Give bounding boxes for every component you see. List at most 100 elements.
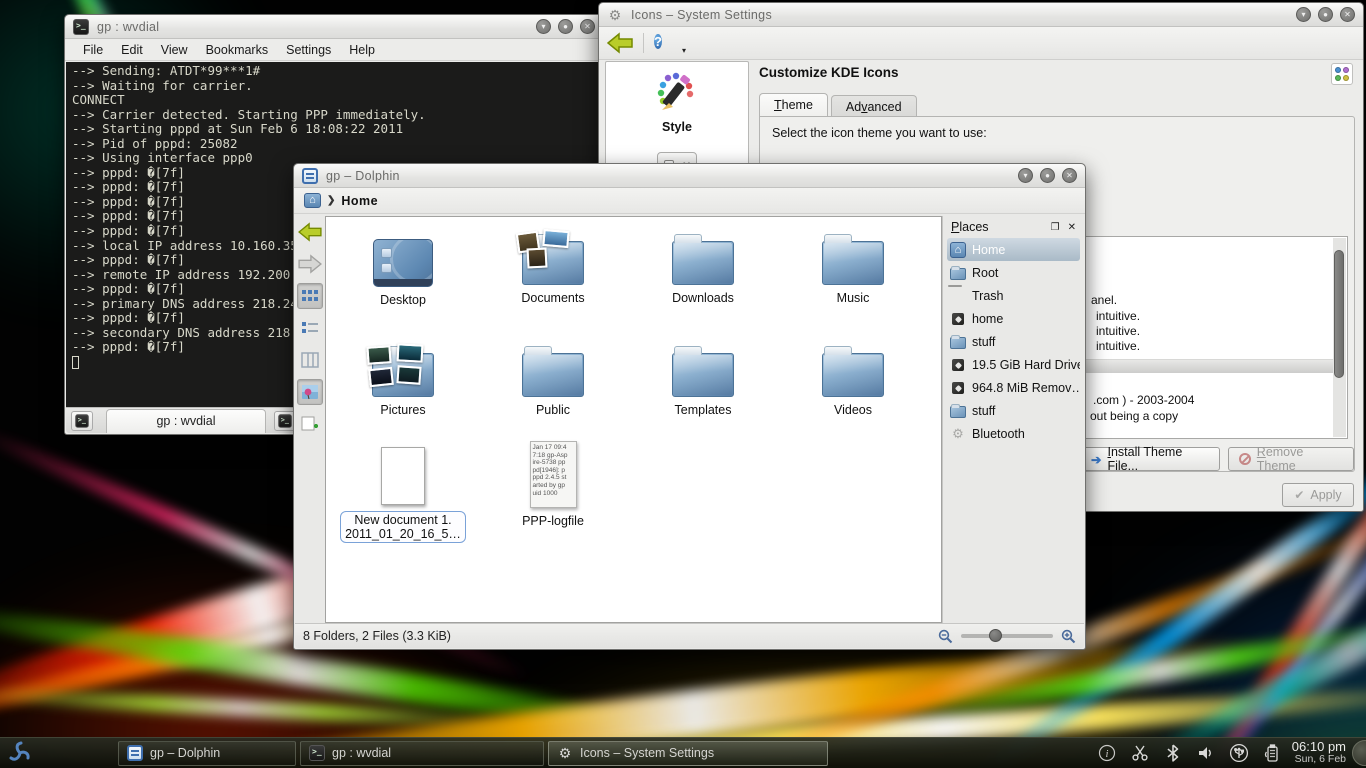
place-item-bluetooth[interactable]: ⚙Bluetooth: [947, 422, 1080, 445]
folder-view-item[interactable]: Music: [778, 231, 928, 305]
photo-thumbnail: [366, 345, 391, 365]
breadcrumb-separator: ❯: [327, 195, 335, 206]
close-panel-icon[interactable]: ✕: [1068, 222, 1076, 233]
style-icon: [654, 70, 700, 116]
tab-advanced[interactable]: Advanced: [831, 95, 917, 117]
install-theme-button[interactable]: ➔Install Theme File...: [1080, 447, 1220, 471]
bluetooth-icon[interactable]: [1163, 743, 1183, 763]
app-launcher-button[interactable]: [0, 738, 40, 768]
sidebar-item-style[interactable]: Style: [606, 62, 748, 134]
close-button[interactable]: ✕: [1062, 168, 1077, 183]
info-icon[interactable]: i: [1097, 743, 1117, 763]
maximize-button[interactable]: ●: [558, 19, 573, 34]
klipper-scissors-icon[interactable]: [1130, 743, 1150, 763]
folder-view-item[interactable]: Downloads: [628, 231, 778, 305]
apply-button[interactable]: ✔Apply: [1282, 483, 1354, 507]
place-item-19-5-gib-hard-drive[interactable]: 19.5 GiB Hard Drive: [947, 353, 1080, 376]
help-icon: ?: [654, 34, 662, 49]
help-button[interactable]: ? ▾: [654, 31, 678, 55]
folder-view-item[interactable]: Pictures: [328, 343, 478, 417]
dolphin-titlebar[interactable]: gp – Dolphin ▾ ● ✕: [294, 164, 1085, 188]
folder-view-item[interactable]: Jan 17 09:4 7:18 gp-Asp ire-5738 pp pd[1…: [478, 439, 628, 528]
folder-view-item[interactable]: Desktop: [328, 231, 478, 307]
usb-device-icon[interactable]: [1229, 743, 1249, 763]
photo-thumbnail: [368, 367, 394, 387]
theme-list-text-fragment: .com ) - 2003-2004: [1093, 393, 1194, 407]
zoom-out-icon[interactable]: [938, 629, 953, 644]
taskbar-task-1[interactable]: gp – Dolphin: [118, 741, 296, 766]
zoom-slider[interactable]: [961, 634, 1053, 638]
menu-item-help[interactable]: Help: [341, 41, 383, 59]
place-item-label: 964.8 MiB Remov…: [972, 381, 1080, 395]
overview-grid-icon[interactable]: [1331, 63, 1353, 85]
place-item-home[interactable]: ⌂Home: [947, 238, 1080, 261]
place-item-label: stuff: [972, 335, 995, 349]
tab-theme[interactable]: Theme: [759, 93, 828, 117]
theme-list-text-fragment: anel.: [1091, 293, 1117, 307]
columns-view-button[interactable]: [297, 347, 323, 373]
item-label: Public: [478, 403, 628, 417]
place-item-label: home: [972, 312, 1003, 326]
task-label: gp : wvdial: [332, 746, 391, 760]
place-item-trash[interactable]: Trash: [947, 284, 1080, 307]
home-icon[interactable]: ⌂: [304, 193, 321, 208]
terminal-tab[interactable]: gp : wvdial: [106, 409, 266, 433]
details-view-button[interactable]: [297, 315, 323, 341]
volume-icon[interactable]: [1196, 743, 1216, 763]
split-view-button[interactable]: [297, 411, 323, 437]
terminal-cursor-block: [72, 356, 79, 369]
place-item-label: Bluetooth: [972, 427, 1025, 441]
minimize-button[interactable]: ▾: [536, 19, 551, 34]
menu-item-edit[interactable]: Edit: [113, 41, 151, 59]
close-button[interactable]: ✕: [1340, 7, 1355, 22]
menu-item-view[interactable]: View: [153, 41, 196, 59]
place-item-stuff[interactable]: stuff: [947, 330, 1080, 353]
forward-button[interactable]: [297, 251, 323, 277]
clock[interactable]: 06:10 pm Sun, 6 Feb: [1292, 740, 1352, 766]
item-label: Desktop: [328, 293, 478, 307]
text-file-icon: Jan 17 09:4 7:18 gp-Asp ire-5738 pp pd[1…: [530, 441, 577, 508]
float-panel-icon[interactable]: ❐: [1051, 222, 1060, 233]
back-button[interactable]: [297, 219, 323, 245]
folder-view-item[interactable]: Public: [478, 343, 628, 417]
maximize-button[interactable]: ●: [1318, 7, 1333, 22]
taskbar-task-2[interactable]: gp : wvdial: [300, 741, 544, 766]
remove-theme-button[interactable]: Remove Theme: [1228, 447, 1354, 471]
maximize-button[interactable]: ●: [1040, 168, 1055, 183]
battery-icon[interactable]: [1262, 743, 1282, 763]
taskbar: gp – Dolphin gp : wvdial ⚙Icons – System S…: [0, 737, 1366, 768]
minimize-button[interactable]: ▾: [1296, 7, 1311, 22]
terminal-titlebar[interactable]: gp : wvdial ▾ ● ✕: [65, 15, 603, 39]
place-item-home[interactable]: home: [947, 307, 1080, 330]
menu-item-file[interactable]: File: [75, 41, 111, 59]
close-button[interactable]: ✕: [580, 19, 595, 34]
terminal-icon: [278, 414, 292, 428]
place-item-stuff[interactable]: stuff: [947, 399, 1080, 422]
zoom-in-icon[interactable]: [1061, 629, 1076, 644]
place-item-964-8-mib-remov-[interactable]: 964.8 MiB Remov…: [947, 376, 1080, 399]
hard-drive-icon: [952, 382, 964, 394]
terminal-menubar: FileEditViewBookmarksSettingsHelp: [65, 39, 603, 61]
panel-cashew[interactable]: [1352, 740, 1366, 766]
place-item-root[interactable]: Root: [947, 261, 1080, 284]
menu-item-bookmarks[interactable]: Bookmarks: [198, 41, 277, 59]
terminal-icon: [75, 414, 89, 428]
settings-titlebar[interactable]: ⚙ Icons – System Settings ▾ ● ✕: [599, 3, 1363, 27]
minimize-button[interactable]: ▾: [1018, 168, 1033, 183]
menu-item-settings[interactable]: Settings: [278, 41, 339, 59]
icons-view-button[interactable]: [297, 283, 323, 309]
folder-view-item[interactable]: Documents: [478, 231, 628, 305]
folder-view-item[interactable]: Templates: [628, 343, 778, 417]
zoom-slider-handle[interactable]: [989, 629, 1002, 642]
back-button[interactable]: [607, 32, 633, 54]
breadcrumb[interactable]: Home: [341, 194, 378, 208]
folder-view-item[interactable]: Videos: [778, 343, 928, 417]
preview-button[interactable]: [297, 379, 323, 405]
folder-view[interactable]: DesktopDocumentsDownloadsMusic PicturesPu…: [325, 216, 942, 623]
new-tab-button[interactable]: [71, 411, 93, 431]
taskbar-task-3[interactable]: ⚙Icons – System Settings: [548, 741, 828, 766]
scrollbar[interactable]: [1333, 238, 1346, 437]
scrollbar-thumb[interactable]: [1334, 250, 1344, 378]
folder-view-item[interactable]: New document 1.2011_01_20_16_5…: [328, 439, 478, 543]
svg-text:i: i: [1105, 749, 1108, 760]
